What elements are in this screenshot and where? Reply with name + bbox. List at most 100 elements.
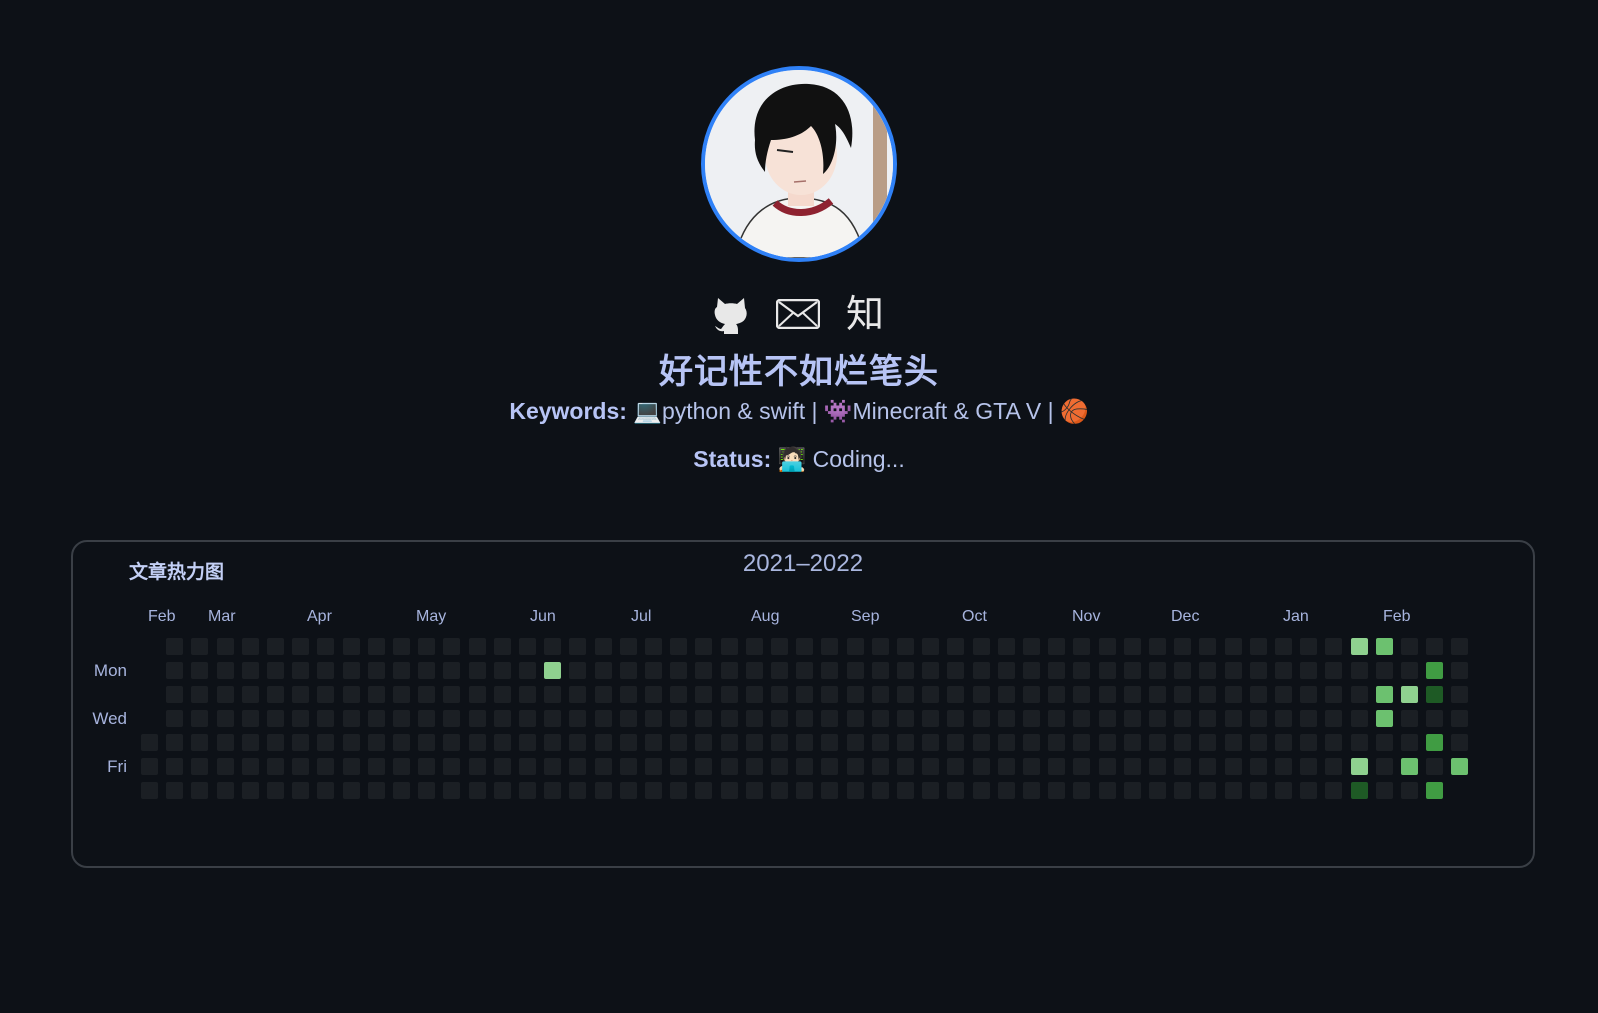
heatmap-cell (1451, 758, 1469, 775)
heatmap-cell (619, 710, 637, 727)
heatmap-cell (166, 638, 184, 655)
heatmap-cell (1224, 638, 1242, 655)
heatmap-cell (166, 662, 184, 679)
heatmap-cell (191, 710, 209, 727)
heatmap-cell (1375, 710, 1393, 727)
heatmap-cell (1224, 782, 1242, 799)
heatmap-cell (1275, 758, 1292, 775)
zhihu-icon[interactable]: 知 (846, 292, 884, 336)
mail-icon[interactable] (776, 299, 820, 329)
heatmap-cell (1123, 710, 1141, 727)
keywords-text: python & swift | 👾Minecraft & GTA V | 🏀 (661, 398, 1089, 424)
month-label: Oct (962, 608, 987, 625)
heatmap-cell (1401, 758, 1418, 775)
heatmap-cell (367, 734, 385, 751)
keywords-label: Keywords: (509, 398, 627, 424)
heatmap-cell (1098, 662, 1116, 679)
heatmap-cell (846, 782, 864, 799)
heatmap-cell (342, 758, 360, 775)
heatmap-cell (241, 758, 259, 775)
heatmap-cell (745, 710, 763, 727)
heatmap-cell (1123, 638, 1141, 655)
heatmap-cell (1199, 662, 1217, 679)
heatmap-cell (418, 710, 436, 727)
heatmap-cell (871, 758, 889, 775)
heatmap-cell (1073, 734, 1091, 751)
heatmap-cell (947, 758, 965, 775)
heatmap-cell (821, 638, 839, 655)
heatmap-cell (1199, 710, 1217, 727)
heatmap-cell (1048, 662, 1066, 679)
heatmap-cell (871, 662, 889, 679)
heatmap-cell (1149, 734, 1166, 751)
month-label: Aug (751, 608, 780, 625)
article-heatmap: 文章热力图 2021–2022 Feb Mar Apr May Jun Jul Aug Sep… (71, 540, 1535, 868)
heatmap-cell (1401, 710, 1418, 727)
heatmap-cell (1098, 686, 1116, 703)
heatmap-cell (1048, 710, 1066, 727)
github-icon[interactable] (712, 294, 750, 334)
heatmap-cell (191, 662, 209, 679)
heatmap-cell (241, 782, 259, 799)
heatmap-cell (846, 710, 864, 727)
heatmap-cell (619, 734, 637, 751)
heatmap-cell (1249, 662, 1267, 679)
heatmap-cell (1098, 638, 1116, 655)
month-label: Jun (530, 608, 556, 625)
heatmap-cell (645, 758, 662, 775)
heatmap-cell (1023, 710, 1040, 727)
heatmap-cell (619, 662, 637, 679)
heatmap-cell (443, 662, 461, 679)
heatmap-cell (342, 638, 360, 655)
heatmap-cell (1451, 734, 1469, 751)
heatmap-cell (317, 662, 335, 679)
heatmap-cell (1300, 638, 1318, 655)
heatmap-cell (1023, 782, 1040, 799)
heatmap-cell (317, 686, 335, 703)
heatmap-cell (418, 758, 436, 775)
status-text: Coding... (812, 446, 905, 472)
heatmap-cell (342, 734, 360, 751)
heatmap-cell (1073, 758, 1091, 775)
heatmap-cell (468, 662, 486, 679)
heatmap-cell (1174, 686, 1192, 703)
heatmap-cell (645, 782, 662, 799)
heatmap-cell (166, 710, 184, 727)
heatmap-cell (1249, 758, 1267, 775)
heatmap-cell (645, 710, 662, 727)
heatmap-cell (594, 734, 612, 751)
heatmap-cell (292, 734, 310, 751)
heatmap-cell (443, 710, 461, 727)
heatmap-cell (1224, 662, 1242, 679)
heatmap-cell (1426, 782, 1444, 799)
heatmap-cell (241, 686, 259, 703)
heatmap-cell (519, 734, 536, 751)
heatmap-cell (267, 758, 284, 775)
heatmap-cell (670, 782, 688, 799)
heatmap-cell (695, 758, 713, 775)
heatmap-cell (1048, 782, 1066, 799)
heatmap-cell (720, 686, 738, 703)
heatmap-cell (367, 662, 385, 679)
heatmap-cell (771, 710, 788, 727)
heatmap-cell (1451, 638, 1469, 655)
heatmap-cell (292, 662, 310, 679)
heatmap-cell (468, 710, 486, 727)
heatmap-cell (292, 710, 310, 727)
heatmap-cell (619, 782, 637, 799)
heatmap-cell (1401, 686, 1418, 703)
heatmap-cell (1300, 710, 1318, 727)
heatmap-cell (745, 782, 763, 799)
heatmap-cell (846, 662, 864, 679)
heatmap-cell (821, 662, 839, 679)
heatmap-cell (821, 734, 839, 751)
heatmap-cell (947, 734, 965, 751)
heatmap-cell (871, 782, 889, 799)
heatmap-cell (1275, 782, 1292, 799)
heatmap-cell (443, 758, 461, 775)
heatmap-cell (796, 782, 814, 799)
heatmap-cell (1249, 710, 1267, 727)
heatmap-cell (443, 638, 461, 655)
heatmap-cell (418, 686, 436, 703)
heatmap-cell (972, 638, 990, 655)
